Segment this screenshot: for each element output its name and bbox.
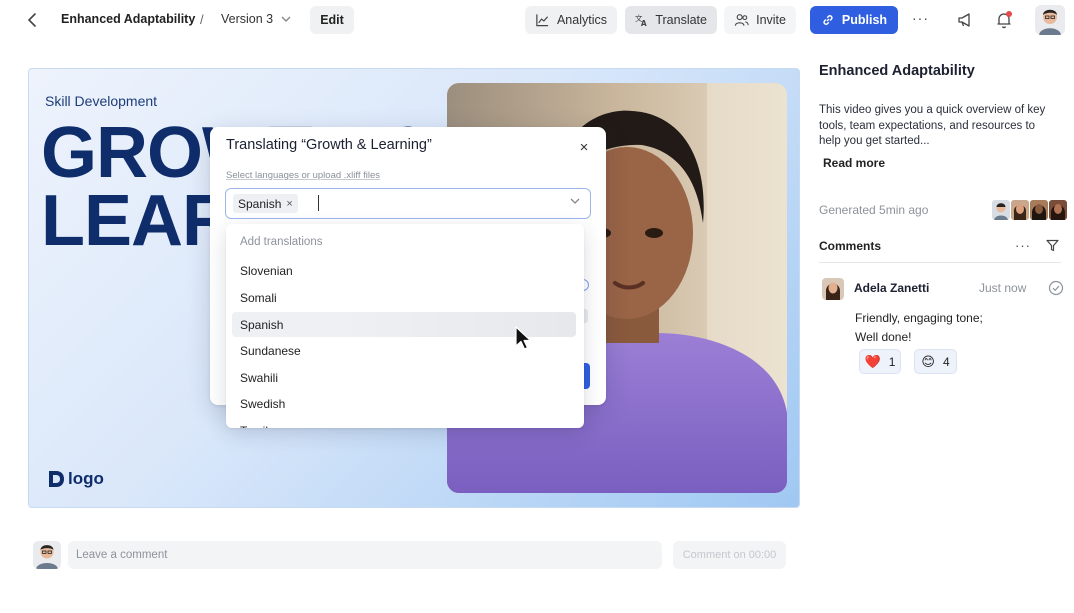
dropdown-option[interactable]: Swedish xyxy=(232,391,576,416)
comment-text-line: Friendly, engaging tone; xyxy=(855,311,983,325)
read-more-link[interactable]: Read more xyxy=(823,156,885,170)
comment-author-avatar xyxy=(822,278,844,300)
modal-title: Translating “Growth & Learning” xyxy=(226,137,432,153)
back-icon[interactable] xyxy=(22,10,42,30)
language-select-hint[interactable]: Select languages or upload .xliff files xyxy=(226,170,380,181)
text-caret xyxy=(318,195,319,211)
publish-label: Publish xyxy=(841,13,888,27)
generated-time: Generated 5min ago xyxy=(819,203,929,217)
panel-title: Enhanced Adaptability xyxy=(819,63,975,79)
translate-icon: 文A xyxy=(635,13,647,28)
users-icon xyxy=(734,14,749,26)
comment-text-line: Well done! xyxy=(855,330,912,344)
chevron-down-icon[interactable] xyxy=(570,196,580,207)
comment-author: Adela Zanetti xyxy=(854,281,930,295)
more-options-icon[interactable]: ··· xyxy=(912,10,929,26)
slide-subtitle: Skill Development xyxy=(45,93,158,109)
link-icon xyxy=(823,15,833,25)
reaction-heart[interactable]: ❤️ 1 xyxy=(859,349,901,374)
chevron-down-icon xyxy=(281,14,291,25)
avatar xyxy=(1030,200,1048,220)
comments-more-icon[interactable]: ··· xyxy=(1015,238,1031,253)
comment-text: Friendly, engaging tone; Well done! xyxy=(855,309,1035,347)
analytics-label: Analytics xyxy=(556,13,607,27)
version-selector[interactable]: Version 3 xyxy=(221,12,291,26)
dropdown-option[interactable]: Somali xyxy=(232,285,576,310)
chip-label: Spanish xyxy=(238,196,282,211)
chip-remove-icon[interactable]: × xyxy=(286,198,292,210)
slide-logo-text: logo xyxy=(68,469,104,488)
publish-button[interactable]: Publish xyxy=(810,6,898,34)
translate-label: Translate xyxy=(655,13,707,27)
dropdown-option[interactable]: Swahili xyxy=(232,365,576,390)
current-user-avatar xyxy=(33,541,61,569)
dropdown-option[interactable]: Tamil xyxy=(232,418,576,429)
invite-button[interactable]: Invite xyxy=(724,6,796,34)
reaction-count: 4 xyxy=(942,354,950,369)
reaction-count: 1 xyxy=(888,354,896,369)
avatar xyxy=(1049,200,1067,220)
version-label: Version 3 xyxy=(221,12,274,26)
filter-icon[interactable] xyxy=(1046,239,1059,252)
collaborator-avatars[interactable] xyxy=(992,200,1067,220)
language-chip[interactable]: Spanish × xyxy=(233,194,298,213)
comment-input[interactable] xyxy=(68,541,662,569)
language-select-input[interactable]: Spanish × xyxy=(225,188,591,219)
notification-bell-icon[interactable] xyxy=(994,10,1014,30)
close-icon[interactable]: × xyxy=(576,139,592,156)
document-title[interactable]: Enhanced Adaptability xyxy=(61,12,195,26)
svg-text:A: A xyxy=(641,19,647,28)
breadcrumb-separator: / xyxy=(200,12,204,27)
logo-mark-icon xyxy=(49,471,64,487)
mouse-cursor-icon xyxy=(514,326,534,352)
smile-icon: 😊 xyxy=(921,354,935,369)
analytics-button[interactable]: Analytics xyxy=(525,6,617,34)
heart-icon: ❤️ xyxy=(864,354,881,369)
comments-heading: Comments xyxy=(819,239,882,253)
comment-submit-button[interactable]: Comment on 00:00 xyxy=(673,541,786,569)
chart-line-icon xyxy=(536,14,549,27)
dropdown-option[interactable]: Slovenian xyxy=(232,258,576,283)
edit-button[interactable]: Edit xyxy=(310,6,354,34)
reaction-smile[interactable]: 😊 4 xyxy=(914,349,957,374)
divider xyxy=(819,262,1061,263)
user-avatar[interactable] xyxy=(1035,5,1065,35)
avatar xyxy=(992,200,1010,220)
notification-dot xyxy=(1006,11,1012,17)
comment-time: Just now xyxy=(979,281,1027,295)
slide-logo: logo xyxy=(47,469,104,489)
megaphone-icon[interactable] xyxy=(956,10,976,30)
top-bar: Enhanced Adaptability / Version 3 Edit A… xyxy=(0,0,1074,40)
dropdown-header: Add translations xyxy=(240,236,323,248)
invite-label: Invite xyxy=(756,13,786,27)
resolve-check-icon[interactable] xyxy=(1048,280,1064,296)
panel-description: This video gives you a quick overview of… xyxy=(819,104,1046,147)
avatar xyxy=(1011,200,1029,220)
translate-button[interactable]: 文A Translate xyxy=(625,6,717,34)
